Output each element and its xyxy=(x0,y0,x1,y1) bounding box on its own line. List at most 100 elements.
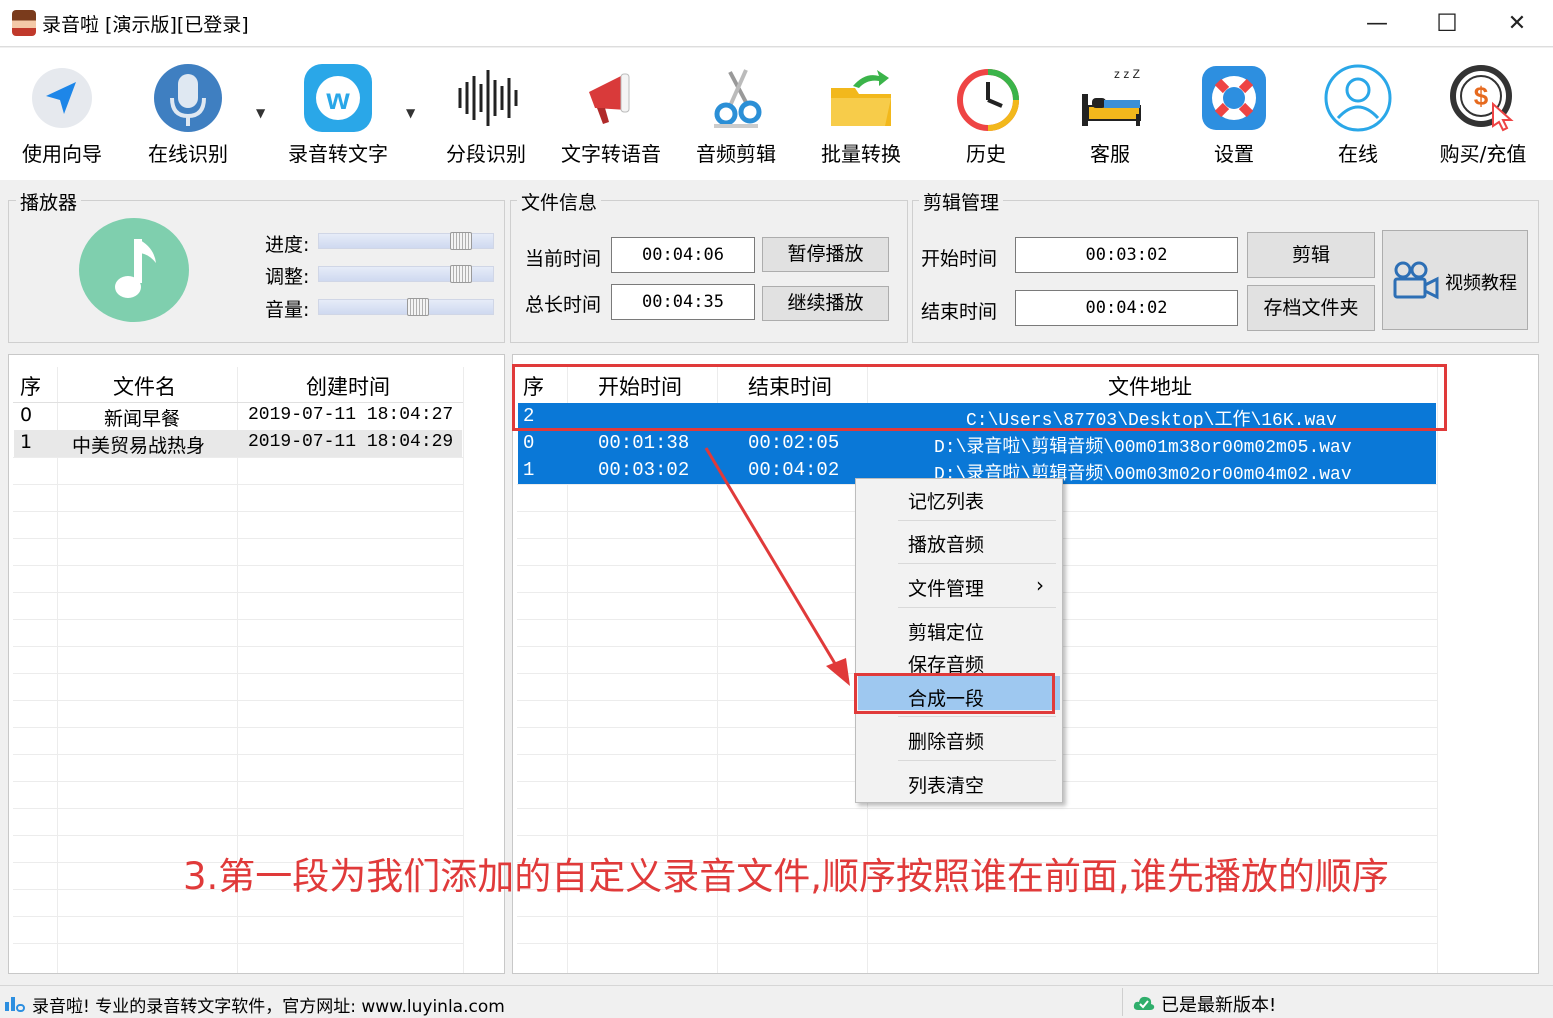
microphone-icon xyxy=(154,64,222,132)
context-menu: 记忆列表 播放音频 文件管理 › 剪辑定位 保存音频 合成一段 删除音频 列表清… xyxy=(855,478,1063,803)
row-index: 1 xyxy=(523,459,535,481)
menu-highlight-box xyxy=(854,673,1055,714)
toolbar-settings-button[interactable]: 设置 xyxy=(1172,48,1296,178)
grid-line xyxy=(517,835,1437,836)
current-time-field[interactable]: 00:04:06 xyxy=(611,237,755,273)
dollar-coin-icon: $ xyxy=(1450,65,1514,132)
update-status: 已是最新版本! xyxy=(1161,995,1277,1016)
row-path: D:\录音啦\剪辑音频\00m01m38or00m02m05.wav xyxy=(934,438,1352,458)
grid-line xyxy=(13,511,463,512)
w-logo-icon: w xyxy=(304,64,372,132)
pause-button[interactable]: 暂停播放 xyxy=(762,237,889,272)
clip-end-field[interactable]: 00:04:02 xyxy=(1015,290,1238,326)
clip-start-field[interactable]: 00:03:02 xyxy=(1015,237,1238,273)
app-icon xyxy=(12,10,36,36)
grid-line xyxy=(13,646,463,647)
waveform-icon xyxy=(458,70,518,126)
adjust-slider-thumb[interactable] xyxy=(450,265,473,283)
video-tutorial-button[interactable]: 视频教程 xyxy=(1382,230,1528,330)
close-button[interactable]: ✕ xyxy=(1482,0,1552,46)
clip-button[interactable]: 剪辑 xyxy=(1247,232,1375,278)
total-time-label: 总长时间 xyxy=(525,294,602,316)
progress-slider-thumb[interactable] xyxy=(450,232,473,250)
toolbar-label: 文字转语音 xyxy=(561,142,661,166)
grid-line xyxy=(13,592,463,593)
grid-line xyxy=(517,943,1437,944)
menu-item-delete-audio[interactable]: 删除音频 xyxy=(908,727,984,754)
toolbar-history-button[interactable]: 历史 xyxy=(924,48,1048,178)
adjust-label: 调整: xyxy=(265,266,310,288)
row-filename: 新闻早餐 xyxy=(104,408,181,430)
file-list-col-index[interactable]: 序 xyxy=(20,371,41,401)
toolbar-guide-button[interactable]: 使用向导 xyxy=(0,48,124,178)
row-index: 0 xyxy=(523,432,535,454)
folder-arrow-icon xyxy=(831,70,891,126)
grid-line xyxy=(13,484,463,485)
file-list-col-name[interactable]: 文件名 xyxy=(113,371,176,401)
minimize-button[interactable]: — xyxy=(1342,0,1412,46)
volume-label: 音量: xyxy=(265,299,310,321)
toolbar-label: 在线 xyxy=(1338,142,1378,166)
toolbar-online-button[interactable]: 在线 xyxy=(1296,48,1420,178)
toolbar-batch-convert-button[interactable]: 批量转换 xyxy=(799,48,923,178)
table-row[interactable]: 0 00:01:38 00:02:05 D:\录音啦\剪辑音频\00m01m38… xyxy=(518,430,1436,458)
dropdown-arrow-icon[interactable]: ▼ xyxy=(406,106,415,120)
menu-item-file-management[interactable]: 文件管理 xyxy=(908,574,984,601)
toolbar-online-recognition-button[interactable]: 在线识别 xyxy=(126,48,250,178)
row-created: 2019-07-11 18:04:29 xyxy=(248,432,454,452)
current-time-label: 当前时间 xyxy=(525,248,602,270)
toolbar-purchase-button[interactable]: $ 购买/充值 xyxy=(1421,48,1545,178)
toolbar-label: 客服 xyxy=(1090,142,1130,166)
row-start: 00:03:02 xyxy=(598,459,690,481)
volume-slider-thumb[interactable] xyxy=(407,298,430,316)
table-row[interactable]: 0 新闻早餐 2019-07-11 18:04:27 xyxy=(14,403,462,430)
grid-line xyxy=(13,565,463,566)
grid-line xyxy=(13,700,463,701)
video-tutorial-label: 视频教程 xyxy=(1445,273,1517,294)
grid-line xyxy=(13,538,463,539)
archive-folder-button[interactable]: 存档文件夹 xyxy=(1247,285,1375,331)
menu-item-play-audio[interactable]: 播放音频 xyxy=(908,530,984,557)
toolbar-label: 购买/充值 xyxy=(1439,142,1527,166)
status-bar: 录音啦! 专业的录音转文字软件，官方网址: www.luyinla.com 已是… xyxy=(0,985,1553,1018)
svg-text:$: $ xyxy=(1474,81,1489,111)
user-circle-icon xyxy=(1324,64,1392,132)
grid-line xyxy=(13,808,463,809)
navigate-icon xyxy=(32,68,92,128)
row-start: 00:01:38 xyxy=(598,432,690,454)
menu-item-clear-list[interactable]: 列表清空 xyxy=(908,771,984,798)
grid-line xyxy=(13,457,463,458)
lifebuoy-icon xyxy=(1202,66,1266,130)
toolbar-text-to-speech-button[interactable]: 文字转语音 xyxy=(549,48,673,178)
svg-text:w: w xyxy=(325,83,350,116)
sleeping-bed-icon: z z Z xyxy=(1082,67,1141,126)
menu-item-memory-list[interactable]: 记忆列表 xyxy=(908,487,984,514)
grid-line xyxy=(13,619,463,620)
toolbar-label: 在线识别 xyxy=(148,142,228,166)
toolbar-audio-to-text-button[interactable]: w 录音转文字 xyxy=(276,48,400,178)
row-created: 2019-07-11 18:04:27 xyxy=(248,405,454,425)
grid-line xyxy=(13,673,463,674)
clip-start-label: 开始时间 xyxy=(921,248,998,270)
volume-slider[interactable] xyxy=(318,299,494,315)
file-list-col-created[interactable]: 创建时间 xyxy=(306,371,390,401)
resume-button[interactable]: 继续播放 xyxy=(762,286,889,321)
toolbar-audio-edit-button[interactable]: 音频剪辑 xyxy=(674,48,798,178)
toolbar-segment-recognition-button[interactable]: 分段识别 xyxy=(424,48,548,178)
maximize-button[interactable]: ☐ xyxy=(1412,0,1482,46)
clip-manager-title: 剪辑管理 xyxy=(919,188,1004,215)
grid-line xyxy=(13,781,463,782)
grid-line xyxy=(13,835,463,836)
grid-line xyxy=(13,916,463,917)
title-bar: 录音啦 [演示版][已登录] — ☐ ✕ xyxy=(0,0,1553,47)
toolbar-label: 录音转文字 xyxy=(288,142,388,166)
megaphone-icon xyxy=(589,73,630,124)
annotation-text: 3.第一段为我们添加的自定义录音文件,顺序按照谁在前面,谁先播放的顺序 xyxy=(183,855,1389,898)
total-time-field[interactable]: 00:04:35 xyxy=(611,284,755,320)
dropdown-arrow-icon[interactable]: ▼ xyxy=(256,106,265,120)
toolbar-label: 批量转换 xyxy=(821,142,901,166)
status-text: 录音啦! 专业的录音转文字软件，官方网址: www.luyinla.com xyxy=(32,997,505,1017)
table-row[interactable]: 1 中美贸易战热身 2019-07-11 18:04:29 xyxy=(14,430,462,457)
toolbar-customer-service-button[interactable]: z z Z 客服 xyxy=(1048,48,1172,178)
menu-item-clip-locate[interactable]: 剪辑定位 xyxy=(908,618,984,645)
